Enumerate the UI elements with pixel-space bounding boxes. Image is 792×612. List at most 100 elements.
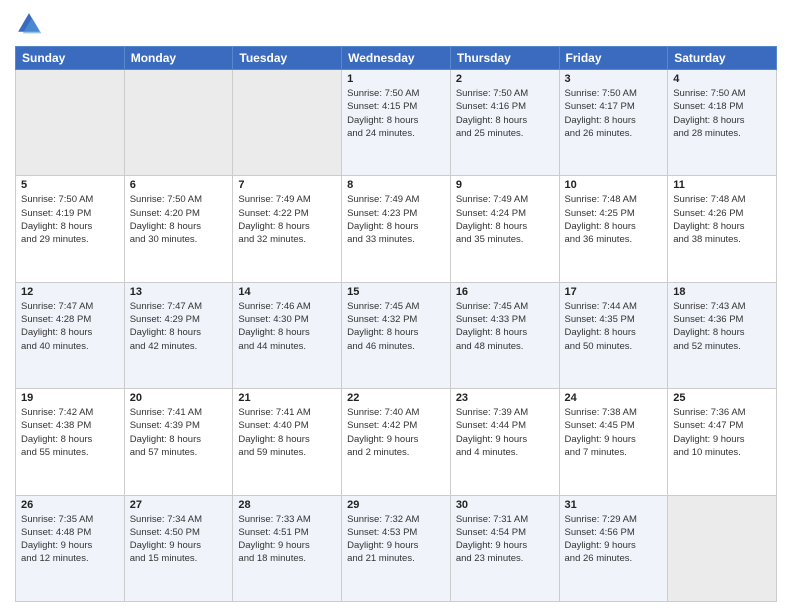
week-row-4: 26 Sunrise: 7:35 AM Sunset: 4:48 PM Dayli…	[16, 495, 777, 601]
day-cell: 8 Sunrise: 7:49 AM Sunset: 4:23 PM Daylig…	[342, 176, 451, 282]
day-info: Sunrise: 7:49 AM Sunset: 4:24 PM Dayligh…	[456, 193, 554, 246]
day-cell	[124, 70, 233, 176]
week-row-1: 5Sunrise: 7:50 AM Sunset: 4:19 PM Daylig…	[16, 176, 777, 282]
day-number: 24	[565, 392, 663, 404]
weekday-header-row: SundayMondayTuesdayWednesdayThursdayFrid…	[16, 47, 777, 70]
day-info: Sunrise: 7:46 AM Sunset: 4:30 PM Dayligh…	[238, 300, 336, 353]
day-cell: 28 Sunrise: 7:33 AM Sunset: 4:51 PM Dayli…	[233, 495, 342, 601]
day-cell: 21 Sunrise: 7:41 AM Sunset: 4:40 PM Dayli…	[233, 389, 342, 495]
weekday-header-tuesday: Tuesday	[233, 47, 342, 70]
page: SundayMondayTuesdayWednesdayThursdayFrid…	[0, 0, 792, 612]
day-number: 8	[347, 179, 445, 191]
week-row-0: 1 Sunrise: 7:50 AM Sunset: 4:15 PM Daylig…	[16, 70, 777, 176]
day-cell: 14 Sunrise: 7:46 AM Sunset: 4:30 PM Dayli…	[233, 282, 342, 388]
day-cell: 5Sunrise: 7:50 AM Sunset: 4:19 PM Daylig…	[16, 176, 125, 282]
day-cell: 30 Sunrise: 7:31 AM Sunset: 4:54 PM Dayli…	[450, 495, 559, 601]
day-number: 28	[238, 499, 336, 511]
day-cell: 31 Sunrise: 7:29 AM Sunset: 4:56 PM Dayli…	[559, 495, 668, 601]
day-cell	[668, 495, 777, 601]
weekday-header-thursday: Thursday	[450, 47, 559, 70]
day-number: 13	[130, 286, 228, 298]
day-info: Sunrise: 7:36 AM Sunset: 4:47 PM Dayligh…	[673, 406, 771, 459]
day-info: Sunrise: 7:48 AM Sunset: 4:25 PM Dayligh…	[565, 193, 663, 246]
day-cell: 29 Sunrise: 7:32 AM Sunset: 4:53 PM Dayli…	[342, 495, 451, 601]
day-number: 1	[347, 73, 445, 85]
calendar: SundayMondayTuesdayWednesdayThursdayFrid…	[15, 46, 777, 602]
day-info: Sunrise: 7:32 AM Sunset: 4:53 PM Dayligh…	[347, 513, 445, 566]
day-number: 10	[565, 179, 663, 191]
day-info: Sunrise: 7:39 AM Sunset: 4:44 PM Dayligh…	[456, 406, 554, 459]
day-number: 18	[673, 286, 771, 298]
day-cell: 13 Sunrise: 7:47 AM Sunset: 4:29 PM Dayli…	[124, 282, 233, 388]
weekday-header-monday: Monday	[124, 47, 233, 70]
day-info: Sunrise: 7:42 AM Sunset: 4:38 PM Dayligh…	[21, 406, 119, 459]
day-cell: 17Sunrise: 7:44 AM Sunset: 4:35 PM Dayli…	[559, 282, 668, 388]
day-number: 20	[130, 392, 228, 404]
day-cell: 10 Sunrise: 7:48 AM Sunset: 4:25 PM Dayli…	[559, 176, 668, 282]
day-number: 7	[238, 179, 336, 191]
day-cell: 2Sunrise: 7:50 AM Sunset: 4:16 PM Daylig…	[450, 70, 559, 176]
day-info: Sunrise: 7:47 AM Sunset: 4:28 PM Dayligh…	[21, 300, 119, 353]
day-info: Sunrise: 7:50 AM Sunset: 4:17 PM Dayligh…	[565, 87, 663, 140]
day-cell: 20Sunrise: 7:41 AM Sunset: 4:39 PM Dayli…	[124, 389, 233, 495]
day-number: 29	[347, 499, 445, 511]
day-number: 26	[21, 499, 119, 511]
day-number: 6	[130, 179, 228, 191]
day-cell: 16Sunrise: 7:45 AM Sunset: 4:33 PM Dayli…	[450, 282, 559, 388]
weekday-header-sunday: Sunday	[16, 47, 125, 70]
day-number: 30	[456, 499, 554, 511]
day-cell	[16, 70, 125, 176]
day-info: Sunrise: 7:41 AM Sunset: 4:40 PM Dayligh…	[238, 406, 336, 459]
day-cell: 4Sunrise: 7:50 AM Sunset: 4:18 PM Daylig…	[668, 70, 777, 176]
day-info: Sunrise: 7:43 AM Sunset: 4:36 PM Dayligh…	[673, 300, 771, 353]
day-number: 4	[673, 73, 771, 85]
day-number: 12	[21, 286, 119, 298]
day-info: Sunrise: 7:50 AM Sunset: 4:19 PM Dayligh…	[21, 193, 119, 246]
day-info: Sunrise: 7:49 AM Sunset: 4:23 PM Dayligh…	[347, 193, 445, 246]
day-info: Sunrise: 7:45 AM Sunset: 4:32 PM Dayligh…	[347, 300, 445, 353]
weekday-header-friday: Friday	[559, 47, 668, 70]
day-cell: 7 Sunrise: 7:49 AM Sunset: 4:22 PM Daylig…	[233, 176, 342, 282]
day-number: 19	[21, 392, 119, 404]
day-cell: 9 Sunrise: 7:49 AM Sunset: 4:24 PM Daylig…	[450, 176, 559, 282]
day-cell: 24 Sunrise: 7:38 AM Sunset: 4:45 PM Dayli…	[559, 389, 668, 495]
day-number: 23	[456, 392, 554, 404]
day-number: 16	[456, 286, 554, 298]
day-number: 9	[456, 179, 554, 191]
day-cell: 3Sunrise: 7:50 AM Sunset: 4:17 PM Daylig…	[559, 70, 668, 176]
day-cell: 11Sunrise: 7:48 AM Sunset: 4:26 PM Dayli…	[668, 176, 777, 282]
day-cell	[233, 70, 342, 176]
day-cell: 25 Sunrise: 7:36 AM Sunset: 4:47 PM Dayli…	[668, 389, 777, 495]
day-cell: 18 Sunrise: 7:43 AM Sunset: 4:36 PM Dayli…	[668, 282, 777, 388]
day-info: Sunrise: 7:47 AM Sunset: 4:29 PM Dayligh…	[130, 300, 228, 353]
weekday-header-wednesday: Wednesday	[342, 47, 451, 70]
weekday-header-saturday: Saturday	[668, 47, 777, 70]
day-info: Sunrise: 7:33 AM Sunset: 4:51 PM Dayligh…	[238, 513, 336, 566]
day-number: 15	[347, 286, 445, 298]
week-row-2: 12 Sunrise: 7:47 AM Sunset: 4:28 PM Dayli…	[16, 282, 777, 388]
day-cell: 27Sunrise: 7:34 AM Sunset: 4:50 PM Dayli…	[124, 495, 233, 601]
day-cell: 6 Sunrise: 7:50 AM Sunset: 4:20 PM Daylig…	[124, 176, 233, 282]
day-info: Sunrise: 7:35 AM Sunset: 4:48 PM Dayligh…	[21, 513, 119, 566]
day-info: Sunrise: 7:50 AM Sunset: 4:15 PM Dayligh…	[347, 87, 445, 140]
day-number: 14	[238, 286, 336, 298]
day-cell: 23 Sunrise: 7:39 AM Sunset: 4:44 PM Dayli…	[450, 389, 559, 495]
day-info: Sunrise: 7:29 AM Sunset: 4:56 PM Dayligh…	[565, 513, 663, 566]
day-number: 17	[565, 286, 663, 298]
day-info: Sunrise: 7:49 AM Sunset: 4:22 PM Dayligh…	[238, 193, 336, 246]
day-info: Sunrise: 7:50 AM Sunset: 4:20 PM Dayligh…	[130, 193, 228, 246]
day-number: 31	[565, 499, 663, 511]
day-info: Sunrise: 7:38 AM Sunset: 4:45 PM Dayligh…	[565, 406, 663, 459]
day-number: 21	[238, 392, 336, 404]
header	[15, 10, 777, 38]
day-info: Sunrise: 7:31 AM Sunset: 4:54 PM Dayligh…	[456, 513, 554, 566]
day-cell: 22Sunrise: 7:40 AM Sunset: 4:42 PM Dayli…	[342, 389, 451, 495]
day-number: 25	[673, 392, 771, 404]
day-info: Sunrise: 7:40 AM Sunset: 4:42 PM Dayligh…	[347, 406, 445, 459]
day-number: 27	[130, 499, 228, 511]
day-cell: 19 Sunrise: 7:42 AM Sunset: 4:38 PM Dayli…	[16, 389, 125, 495]
day-number: 11	[673, 179, 771, 191]
day-cell: 26 Sunrise: 7:35 AM Sunset: 4:48 PM Dayli…	[16, 495, 125, 601]
day-cell: 12 Sunrise: 7:47 AM Sunset: 4:28 PM Dayli…	[16, 282, 125, 388]
day-cell: 1 Sunrise: 7:50 AM Sunset: 4:15 PM Daylig…	[342, 70, 451, 176]
